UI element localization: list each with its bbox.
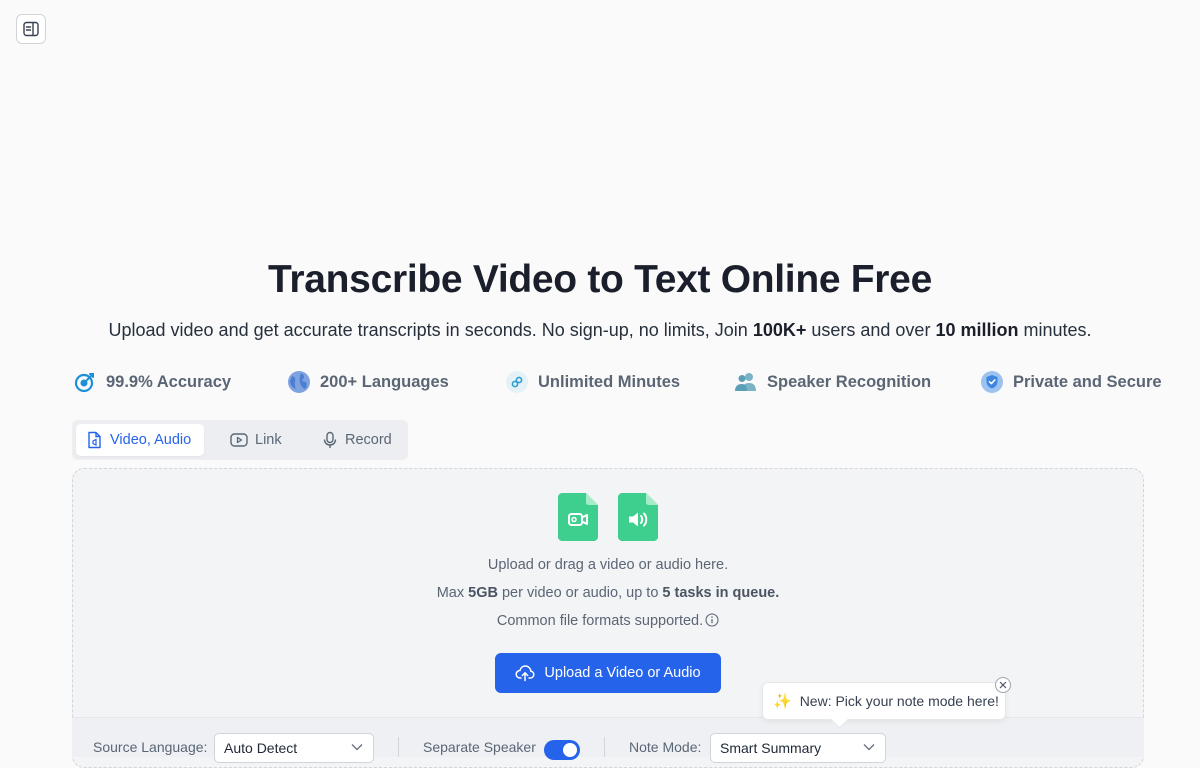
sidebar-icon — [23, 21, 39, 37]
note-mode-select[interactable]: Smart Summary — [710, 733, 886, 763]
limits-text: Max — [436, 585, 469, 601]
page-subtitle: Upload video and get accurate transcript… — [0, 320, 1200, 341]
audio-file-icon — [618, 493, 658, 541]
tab-label: Video, Audio — [110, 432, 192, 448]
tab-record[interactable]: Record — [312, 424, 402, 456]
tooltip-text: New: Pick your note mode here! — [799, 693, 999, 709]
tab-label: Link — [255, 432, 282, 448]
users-count: 100K+ — [752, 320, 807, 340]
tab-video-audio[interactable]: Video, Audio — [76, 424, 204, 456]
feature-label: Private and Secure — [1013, 372, 1162, 391]
limits-text: per video or audio, up to — [497, 585, 663, 601]
sidebar-toggle-button[interactable] — [16, 14, 46, 44]
tooltip-close-button[interactable] — [995, 677, 1011, 693]
feature-secure: Private and Secure — [979, 368, 1162, 396]
users-icon — [733, 369, 759, 395]
tab-label: Record — [345, 432, 392, 448]
subtitle-text: Upload video and get accurate transcript… — [108, 320, 753, 340]
note-mode-label: Note Mode: — [629, 739, 702, 755]
formats-text: Common file formats supported. — [496, 613, 704, 629]
divider — [398, 737, 399, 757]
feature-label: 99.9% Accuracy — [106, 372, 232, 391]
minutes-count: 10 million — [935, 320, 1019, 340]
upload-button-label: Upload a Video or Audio — [544, 665, 701, 681]
sparkles-icon: ✨ — [773, 693, 792, 710]
feature-label: Speaker Recognition — [767, 372, 932, 391]
shield-check-icon — [979, 369, 1005, 395]
video-file-icon — [558, 493, 598, 541]
dropzone-formats: Common file formats supported. — [72, 613, 1144, 629]
separate-speaker-label: Separate Speaker — [423, 739, 536, 755]
source-language-select[interactable]: Auto Detect — [214, 733, 374, 763]
subtitle-text: minutes. — [1018, 320, 1092, 340]
tab-link[interactable]: Link — [220, 424, 292, 456]
youtube-icon — [230, 433, 248, 447]
toggle-knob — [563, 743, 577, 757]
target-icon — [72, 369, 98, 395]
file-audio-icon — [88, 431, 101, 449]
feature-speaker: Speaker Recognition — [733, 368, 931, 396]
feature-languages: 200+ Languages — [286, 368, 449, 396]
close-icon — [999, 681, 1007, 689]
microphone-icon — [323, 431, 337, 448]
input-source-tabs: Video, Audio Link Record — [72, 420, 408, 460]
feature-label: Unlimited Minutes — [538, 372, 681, 391]
separate-speaker-toggle[interactable] — [544, 740, 580, 760]
cloud-upload-icon — [515, 665, 535, 682]
feature-list: 99.9% Accuracy 200+ Languages Unlimited … — [0, 368, 1200, 396]
upload-button[interactable]: Upload a Video or Audio — [495, 653, 721, 693]
feature-label: 200+ Languages — [320, 372, 449, 391]
subtitle-text: users and over — [806, 320, 936, 340]
note-mode-value: Smart Summary — [720, 740, 822, 756]
feature-accuracy: 99.9% Accuracy — [72, 368, 231, 396]
info-icon[interactable] — [705, 613, 719, 627]
note-mode-tooltip: ✨ New: Pick your note mode here! — [762, 682, 1006, 729]
page-title: Transcribe Video to Text Online Free — [268, 258, 932, 301]
source-language-label: Source Language: — [93, 739, 208, 755]
queue-limit: 5 tasks in queue. — [662, 585, 780, 601]
infinity-link-icon — [504, 369, 530, 395]
dropzone-instruction: Upload or drag a video or audio here. — [487, 557, 729, 573]
dropzone-limits: Max 5GB per video or audio, up to 5 task… — [72, 585, 1144, 601]
max-size: 5GB — [468, 585, 498, 601]
feature-unlimited: Unlimited Minutes — [504, 368, 680, 396]
divider — [604, 737, 605, 757]
globe-icon — [286, 369, 312, 395]
source-language-value: Auto Detect — [224, 740, 298, 756]
